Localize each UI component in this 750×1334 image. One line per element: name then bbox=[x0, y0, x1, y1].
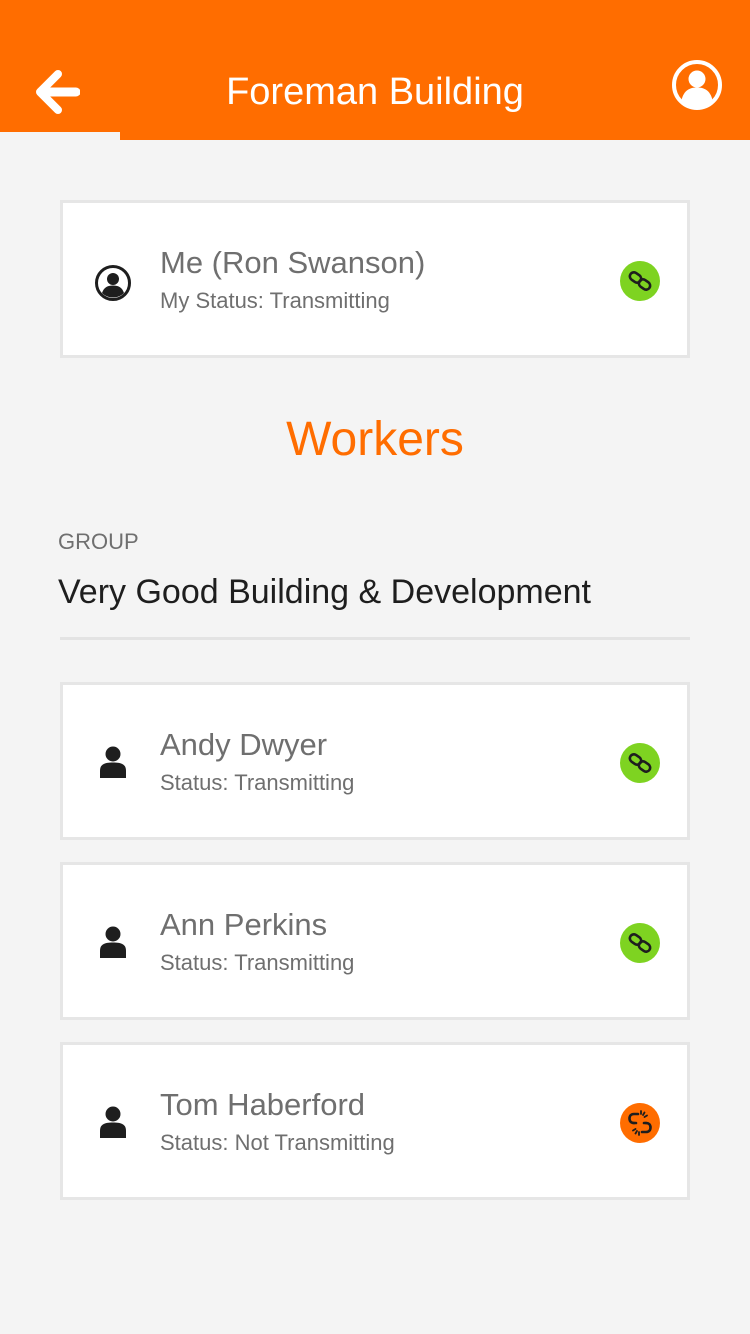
worker-name: Andy Dwyer bbox=[160, 727, 328, 762]
group-label: GROUP bbox=[58, 529, 139, 554]
my-status-card[interactable]: Me (Ron Swanson) My Status: Transmitting bbox=[60, 200, 690, 358]
worker-card[interactable]: Ann Perkins Status: Transmitting bbox=[60, 862, 690, 1020]
connection-status-button[interactable] bbox=[619, 742, 661, 784]
link-icon bbox=[620, 261, 660, 301]
broken-link-icon bbox=[620, 1103, 660, 1143]
person-icon bbox=[100, 926, 126, 958]
user-circle-icon bbox=[672, 60, 722, 110]
worker-status: Status: Not Transmitting bbox=[160, 1130, 395, 1155]
my-status: My Status: Transmitting bbox=[160, 288, 390, 313]
active-tab-indicator bbox=[0, 132, 120, 140]
app-header: Foreman Building bbox=[0, 0, 750, 140]
group-name: Very Good Building & Development bbox=[58, 573, 591, 611]
my-name: Me (Ron Swanson) bbox=[160, 245, 426, 280]
profile-button[interactable] bbox=[668, 56, 726, 114]
worker-name: Tom Haberford bbox=[160, 1087, 366, 1122]
worker-name: Ann Perkins bbox=[160, 907, 328, 942]
connection-status-button[interactable] bbox=[619, 1102, 661, 1144]
connection-status-button[interactable] bbox=[619, 922, 661, 964]
group-divider bbox=[60, 637, 690, 640]
link-icon bbox=[620, 743, 660, 783]
worker-card[interactable]: Tom Haberford Status: Not Transmitting bbox=[60, 1042, 690, 1200]
link-icon bbox=[620, 923, 660, 963]
workers-heading: Workers bbox=[286, 413, 464, 466]
worker-status: Status: Transmitting bbox=[160, 950, 355, 975]
worker-card[interactable]: Andy Dwyer Status: Transmitting bbox=[60, 682, 690, 840]
page-title: Foreman Building bbox=[226, 71, 524, 113]
person-icon bbox=[100, 746, 126, 778]
person-icon bbox=[100, 1106, 126, 1138]
worker-status: Status: Transmitting bbox=[160, 770, 355, 795]
user-circle-icon bbox=[95, 265, 131, 301]
connection-status-button[interactable] bbox=[619, 260, 661, 302]
